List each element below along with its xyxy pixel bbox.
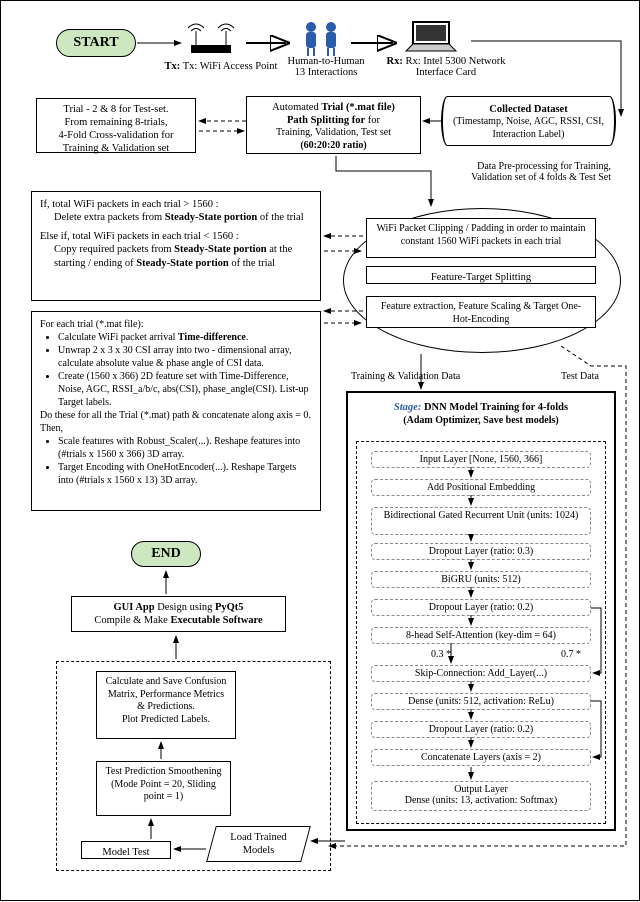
trials-note: Trial - 2 & 8 for Test-set. From remaini… (36, 98, 196, 153)
dataset-detail: (Timestamp, Noise, AGC, RSSI, CSI, Inter… (449, 116, 608, 141)
split-l1: Automated Trial (*.mat file) (272, 102, 395, 113)
fe-b1: Calculate WiFi packet arrival Time-diffe… (58, 331, 312, 344)
tr-l4: Training & Validation set (43, 142, 189, 155)
fe-b4: Scale features with Robust_Scaler(...). … (58, 435, 312, 461)
tr-l3: 4-Fold Cross-validation for (43, 129, 189, 142)
sm-l1: Test Prediction Smoothening (103, 766, 224, 779)
layer-output: Output Layer Dense (units: 13, activatio… (371, 781, 591, 811)
gui-l2: Compile & Make Executable Software (78, 614, 279, 627)
stage-prefix: Stage: (394, 402, 421, 413)
split-l4: (60:20:20 ratio) (253, 140, 414, 153)
router-icon (186, 23, 236, 58)
fe-b2: Unwrap 2 x 3 x 30 CSI array into two - d… (58, 344, 312, 370)
layer-input: Input Layer [None, 1560, 366] (371, 451, 591, 468)
split-l3: Training, Validation, Test set (253, 127, 414, 140)
rx-label: Rx: Rx: Intel 5300 Network Interface Car… (376, 56, 516, 78)
layer-posemb: Add Positional Embedding (371, 479, 591, 496)
calc-node: Calculate and Save Confusion Matrix, Per… (96, 671, 236, 739)
path-splitting-node: Automated Trial (*.mat file) Path Splitt… (246, 96, 421, 154)
laptop-icon (401, 19, 461, 57)
layer-bigru1: Bidirectional Gated Recurrent Unit (unit… (371, 507, 591, 535)
split-l2: Path Splitting for (287, 115, 365, 126)
stage-sub: (Adam Optimizer, Save best models) (403, 415, 558, 426)
train-data-label: Training & Validation Data (351, 371, 460, 382)
weight-07: 0.7 * (561, 649, 581, 660)
ifelse-node: If, total WiFi packets in each trial > 1… (31, 191, 321, 301)
people-icon (296, 19, 346, 57)
fe-mid: Do these for all the Trial (*.mat) path … (40, 409, 312, 435)
weight-03: 0.3 * (431, 649, 451, 660)
tr-l2: From remaining 8-trials, (43, 116, 189, 129)
layer-drop1: Dropout Layer (ratio: 0.3) (371, 543, 591, 560)
smooth-node: Test Prediction Smoothening (Mode Point … (96, 761, 231, 816)
feat-split-node: Feature-Target Splitting (366, 266, 596, 284)
gui-node: GUI App Design using PyQt5 Compile & Mak… (71, 596, 286, 632)
sm-l2: (Mode Point = 20, Sliding point = 1) (103, 779, 224, 804)
layer-concat: Concatenate Layers (axis = 2) (371, 749, 591, 766)
dnn-stage-title: Stage: DNN Model Training for 4-folds (A… (353, 397, 609, 433)
tr-l1: Trial - 2 & 8 for Test-set. (43, 103, 189, 116)
calc-l2: Plot Predicted Labels. (103, 714, 229, 727)
if-l2: Delete extra packets from Steady-State p… (40, 211, 312, 224)
calc-l1: Calculate and Save Confusion Matrix, Per… (103, 676, 229, 714)
tx-text: Tx: WiFi Access Point (183, 61, 278, 72)
clip-node: WiFi Packet Clipping / Padding in order … (366, 218, 596, 258)
test-data-label: Test Data (561, 371, 599, 382)
dataset-node: Collected Dataset (Timestamp, Noise, AGC… (441, 96, 616, 146)
start-node: START (56, 29, 136, 57)
gui-l1: GUI App Design using PyQt5 (78, 601, 279, 614)
fe-head: For each trial (*.mat file): (40, 318, 312, 331)
layer-drop3: Dropout Layer (ratio: 0.2) (371, 721, 591, 738)
load-models-node: Load Trained Models (206, 826, 311, 862)
stage-title-text: DNN Model Training for 4-folds (424, 402, 568, 413)
layer-bigru2: BiGRU (units: 512) (371, 571, 591, 588)
layer-dense1: Dense (units: 512, activation: ReLu) (371, 693, 591, 710)
fe-b5: Target Encoding with OneHotEncoder(...).… (58, 461, 312, 487)
foreach-node: For each trial (*.mat file): Calculate W… (31, 311, 321, 511)
if-l3: Else if, total WiFi packets in each tria… (40, 230, 312, 243)
layer-skip: Skip-Connection: Add_Layer(...) (371, 665, 591, 682)
layer-attn: 8-head Self-Attention (key-dim = 64) (371, 627, 591, 644)
if-l1: If, total WiFi packets in each trial > 1… (40, 198, 312, 211)
preproc-note: Data Pre-processing for Training, Valida… (451, 161, 611, 183)
layer-drop2: Dropout Layer (ratio: 0.2) (371, 599, 591, 616)
feat-ext-node: Feature extraction, Feature Scaling & Ta… (366, 296, 596, 328)
human-label: Human-to-Human 13 Interactions (281, 56, 371, 78)
rx-text: Rx: Intel 5300 Network Interface Card (405, 56, 505, 78)
dataset-title: Collected Dataset (449, 103, 608, 116)
if-l4: Copy required packets from Steady-State … (40, 243, 312, 269)
model-test-node: Model Test (81, 841, 171, 859)
end-node: END (131, 541, 201, 567)
fe-b3: Create (1560 x 366) 2D feature set with … (58, 370, 312, 409)
tx-label: Tx: Tx: WiFi Access Point (161, 61, 281, 72)
load-text: Load Trained Models (218, 831, 299, 857)
